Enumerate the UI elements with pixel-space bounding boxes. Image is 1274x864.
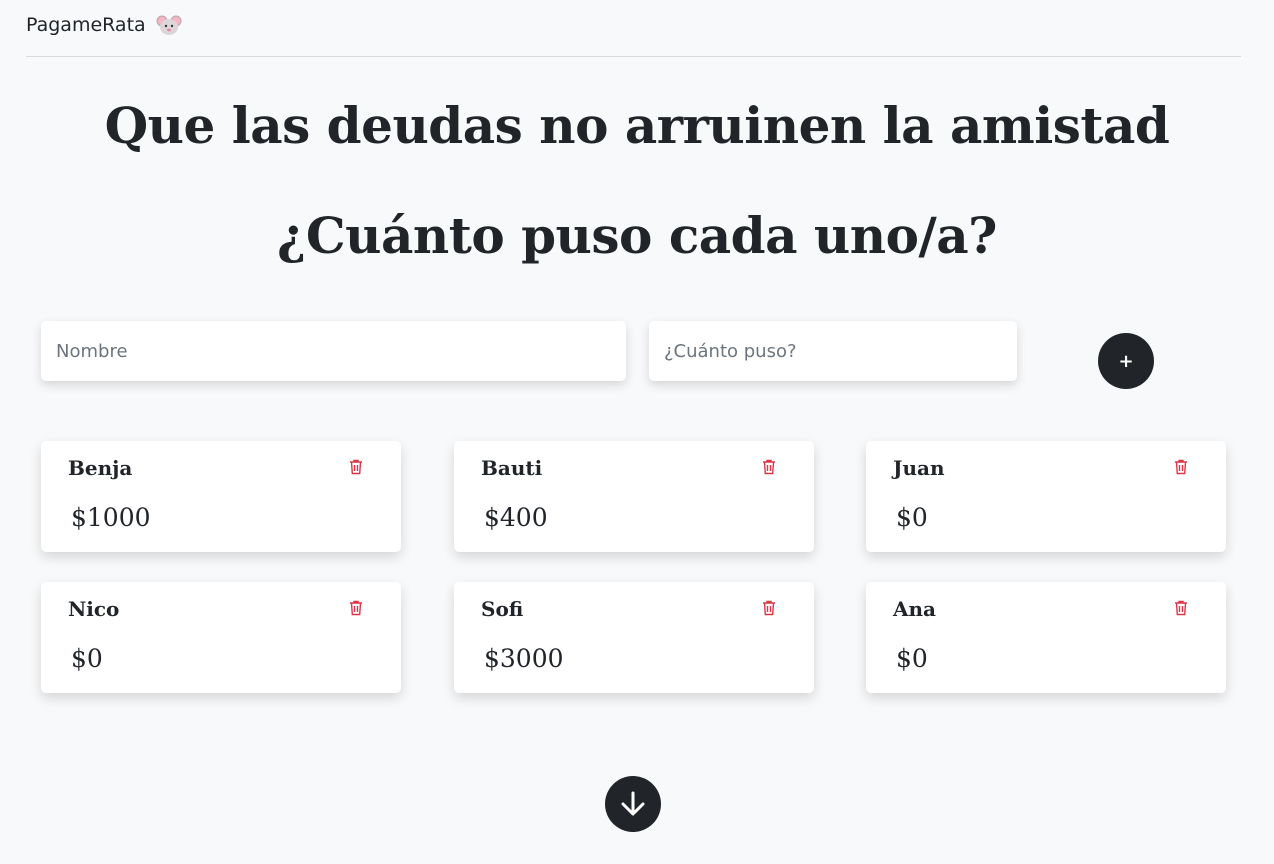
person-amount: $400 [484, 503, 548, 532]
person-amount: $0 [71, 644, 103, 673]
person-name: Sofi [481, 597, 524, 621]
person-card: Sofi $3000 [454, 582, 814, 693]
amount-input[interactable] [649, 321, 1017, 381]
arrow-down-icon [621, 791, 645, 816]
person-card: Ana $0 [866, 582, 1226, 693]
trash-icon[interactable] [1174, 600, 1188, 616]
trash-icon[interactable] [1174, 459, 1188, 475]
add-person-button[interactable]: + [1098, 333, 1154, 389]
person-card: Bauti $400 [454, 441, 814, 552]
trash-icon[interactable] [762, 459, 776, 475]
plus-icon: + [1118, 350, 1134, 372]
person-name: Bauti [481, 456, 543, 480]
person-card: Juan $0 [866, 441, 1226, 552]
scroll-down-button[interactable] [605, 776, 661, 832]
person-card: Nico $0 [41, 582, 401, 693]
person-name: Benja [68, 456, 133, 480]
trash-icon[interactable] [762, 600, 776, 616]
section-title: ¿Cuánto puso cada uno/a? [277, 206, 997, 265]
person-amount: $3000 [484, 644, 564, 673]
trash-icon[interactable] [349, 459, 363, 475]
person-amount: $1000 [71, 503, 151, 532]
person-amount: $0 [896, 503, 928, 532]
page-title: Que las deudas no arruinen la amistad [104, 96, 1170, 155]
person-name: Ana [893, 597, 937, 621]
brand-name: PagameRata [26, 14, 146, 36]
person-name: Juan [893, 456, 945, 480]
navbar: PagameRata [26, 0, 1241, 57]
trash-icon[interactable] [349, 600, 363, 616]
person-name: Nico [68, 597, 120, 621]
person-card: Benja $1000 [41, 441, 401, 552]
mouse-icon [156, 15, 182, 35]
brand-link[interactable]: PagameRata [26, 14, 182, 42]
name-input[interactable] [41, 321, 626, 381]
person-amount: $0 [896, 644, 928, 673]
